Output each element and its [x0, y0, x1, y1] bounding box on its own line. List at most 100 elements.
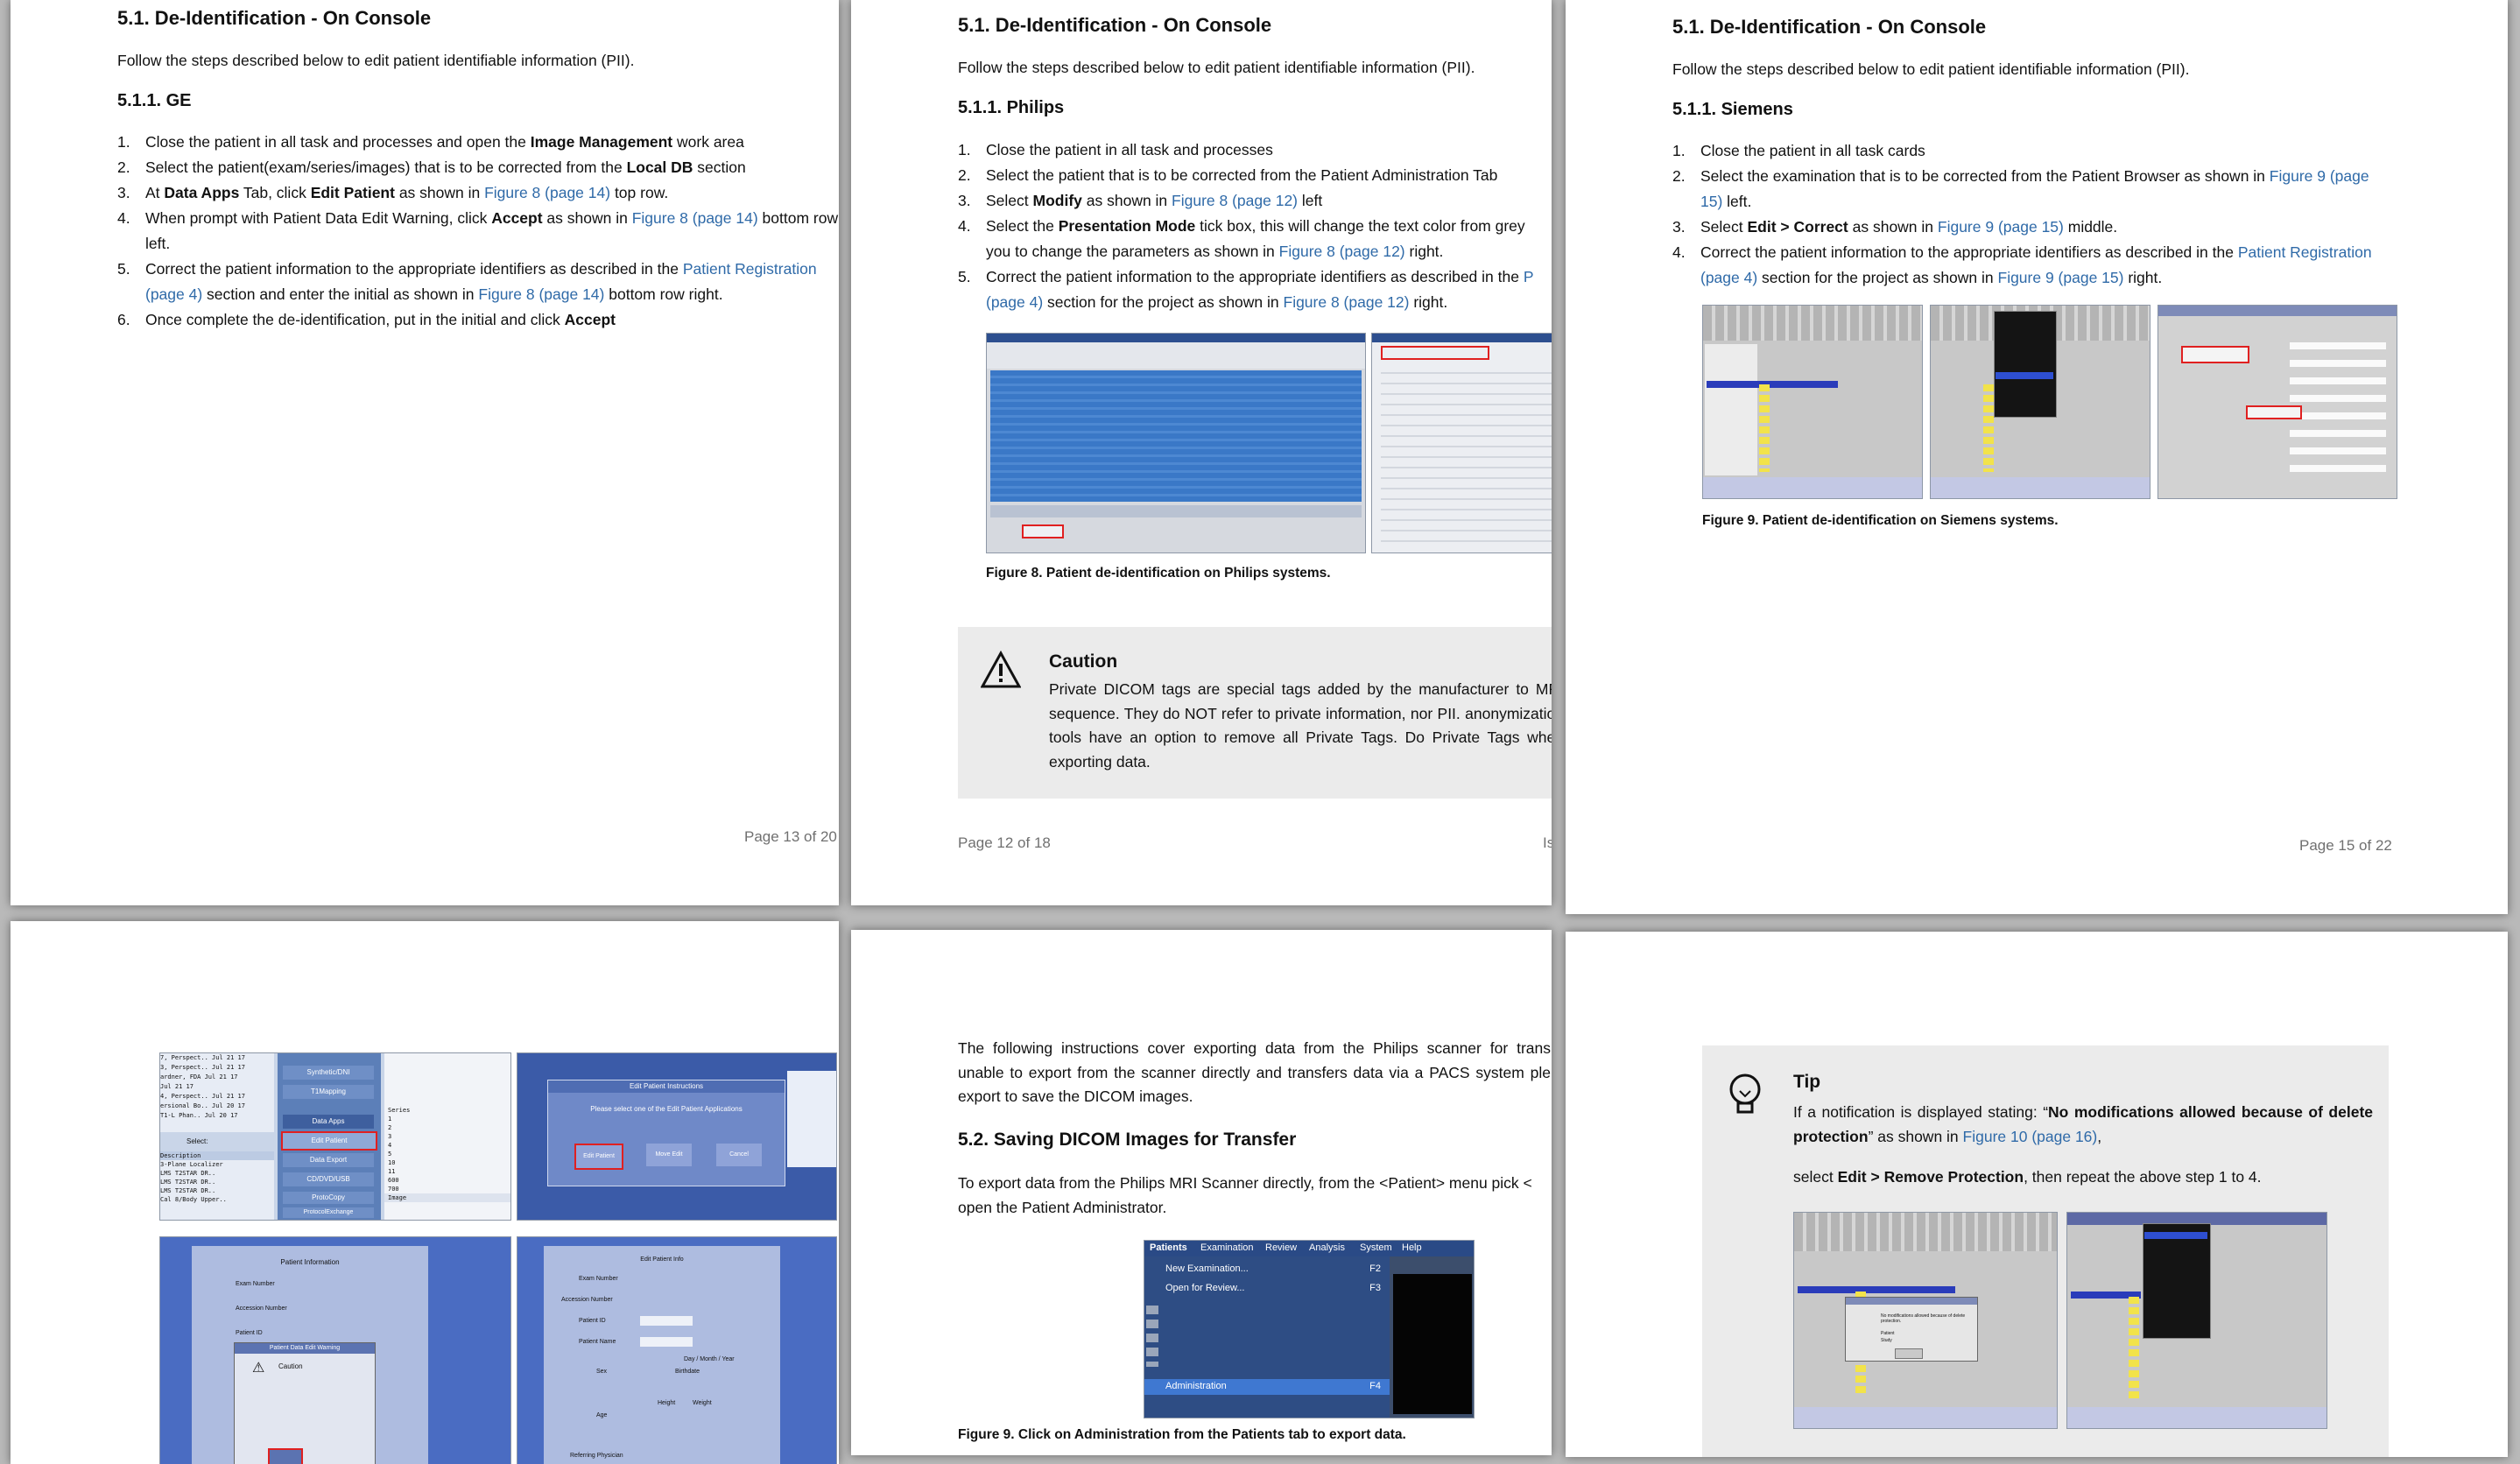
remove-protection-menu-item[interactable] — [2144, 1232, 2207, 1239]
menu-patients[interactable]: Patients — [1150, 1242, 1187, 1253]
menu-button[interactable]: Data Export — [283, 1153, 374, 1167]
patient-table — [990, 370, 1362, 502]
column-header: Series — [388, 1107, 411, 1114]
list-item: 4. When prompt with Patient Data Edit War… — [117, 209, 839, 252]
patient-name-field[interactable] — [640, 1337, 693, 1347]
caution-title: Caution — [1049, 651, 1118, 672]
list-item: 6. Once complete the de-identification, p… — [117, 311, 616, 328]
patient-info-panel: Patient Information Exam Number Accessio… — [192, 1246, 428, 1464]
caution-label: Caution — [278, 1362, 303, 1370]
menu-button[interactable]: Synthetic/DNI — [283, 1066, 374, 1080]
figure-link[interactable]: Figure 9 (page 15) — [1938, 218, 2064, 236]
list-item: 3. Select Edit > Correct as shown in Figu… — [1672, 218, 2118, 236]
menu-review[interactable]: Review — [1265, 1242, 1297, 1253]
figure-link[interactable]: Figure 10 (page 16) — [1963, 1128, 2098, 1145]
list-item: ardner, FDA Jul 21 17 — [160, 1073, 238, 1080]
figure-link[interactable]: Figure 8 (page 12) — [1279, 243, 1405, 260]
menu-button[interactable]: ProtocolExchange — [283, 1207, 374, 1218]
correct-menu-item[interactable] — [1996, 372, 2053, 379]
edit-dropdown[interactable] — [2143, 1223, 2211, 1339]
menu-button[interactable]: ProtoCopy — [283, 1192, 374, 1204]
list-item: ersional Bo.. Jul 20 17 — [160, 1102, 245, 1109]
menu-bar: Patients Examination Review Analysis Sys… — [1144, 1241, 1474, 1256]
list-item: 3, Perspect.. Jul 21 17 — [160, 1064, 245, 1071]
list-item: 10 — [388, 1159, 396, 1166]
move-edit-button[interactable]: Move Edit — [646, 1144, 692, 1166]
field-label: Patient ID — [579, 1318, 606, 1324]
list-item: 700 — [388, 1186, 399, 1193]
header-area — [987, 342, 1365, 369]
menu-button[interactable]: CD/DVD/USB — [283, 1172, 374, 1186]
dialog-titlebar — [1846, 1298, 1977, 1305]
dialog-titlebar — [2158, 306, 2397, 316]
field-label: Referring Physician — [570, 1453, 623, 1459]
document-page-philips: 5.1. De-Identification - On Console Foll… — [851, 0, 1552, 905]
figure-link[interactable]: Figure 8 (page 14) — [484, 184, 610, 201]
study-label: Study — [1881, 1338, 1892, 1343]
side-panel — [787, 1071, 836, 1167]
list-item: LMS T2STAR DR.. — [160, 1187, 216, 1194]
ge-warning-screenshot: Patient Information Exam Number Accessio… — [159, 1236, 511, 1464]
figure-link[interactable]: Figure 8 (page 14) — [478, 285, 604, 303]
list-item: 1 — [388, 1116, 392, 1123]
figure-caption: Figure 8. Patient de-identification on P… — [986, 566, 1331, 581]
list-item: 2 — [388, 1124, 392, 1131]
ok-button[interactable] — [1895, 1348, 1923, 1359]
intro-text: Follow the steps described below to edit… — [958, 59, 1475, 76]
form-fields — [2290, 332, 2386, 481]
ge-edit-patient-screenshot: Edit Patient Info Exam Number Accession … — [517, 1236, 837, 1464]
ge-data-apps-screenshot: 7, Perspect.. Jul 21 17 3, Perspect.. Ju… — [159, 1052, 511, 1221]
caution-text: Private DICOM tags are special tags adde… — [1049, 680, 1552, 771]
modify-button[interactable] — [1022, 524, 1064, 538]
selected-row[interactable] — [1798, 1286, 1955, 1293]
export-text: To export data from the Philips MRI Scan… — [958, 1174, 1532, 1216]
menu-help[interactable]: Help — [1402, 1242, 1422, 1253]
menu-item-open-for-review[interactable]: Open for Review... F3 — [1144, 1281, 1390, 1297]
list-item: 2. Select the examination that is to be c… — [1672, 167, 2369, 210]
figure-link[interactable]: Figure 8 (page 12) — [1172, 192, 1298, 209]
edit-patient-button[interactable]: Edit Patient — [281, 1131, 377, 1151]
field-label: Exam Number — [579, 1276, 618, 1282]
highlighted-field-2[interactable] — [2246, 405, 2302, 419]
menu-button[interactable]: T1Mapping — [283, 1085, 374, 1099]
philips-patient-admin-screenshot — [986, 333, 1366, 553]
figure-link[interactable]: Figure 8 (page 12) — [1284, 293, 1410, 311]
panel-header: Patient Information — [280, 1258, 340, 1266]
philips-patients-menu-screenshot: Patients Examination Review Analysis Sys… — [1144, 1240, 1475, 1418]
viewer-area — [1393, 1274, 1472, 1414]
menu-system[interactable]: System — [1360, 1242, 1392, 1253]
menu-examination[interactable]: Examination — [1200, 1242, 1254, 1253]
patient-label: Patient — [1881, 1331, 1895, 1336]
patient-id-field[interactable] — [640, 1316, 693, 1326]
tree-panel — [1705, 344, 1757, 475]
data-apps-tab[interactable]: Data Apps — [283, 1115, 374, 1129]
list-item: T1-L Phan.. Jul 20 17 — [160, 1112, 238, 1119]
figure-caption: Figure 9. Click on Administration from t… — [958, 1427, 1406, 1442]
column-header: Image — [384, 1193, 510, 1202]
selected-row[interactable] — [1707, 381, 1838, 388]
edit-patient-option-button[interactable]: Edit Patient — [574, 1144, 623, 1170]
highlighted-field[interactable] — [2181, 346, 2249, 363]
ge-edit-instructions-screenshot: Edit Patient Instructions Please select … — [517, 1052, 837, 1221]
menu-analysis[interactable]: Analysis — [1309, 1242, 1345, 1253]
cancel-button[interactable]: Cancel — [716, 1144, 762, 1166]
accept-button[interactable] — [268, 1448, 303, 1464]
select-label: Select: — [187, 1137, 208, 1145]
list-item: 4. Correct the patient information to the… — [1672, 243, 2372, 286]
edit-dropdown[interactable] — [1994, 311, 2057, 418]
list-item: 1. Close the patient in all task cards — [1672, 142, 1925, 159]
menu-item-administration[interactable]: Administration F4 — [1144, 1379, 1390, 1395]
list-item: 11 — [388, 1168, 396, 1175]
warning-title: Patient Data Edit Warning — [235, 1343, 375, 1354]
figure-link[interactable]: Figure 9 (page 15) — [1998, 269, 2124, 286]
ge-exam-list: 7, Perspect.. Jul 21 17 3, Perspect.. Ju… — [160, 1053, 274, 1132]
presentation-mode-checkbox[interactable] — [1381, 346, 1489, 360]
figure-link[interactable]: Figure 8 (page 14) — [632, 209, 758, 227]
tip-callout: Tip If a notification is displayed stati… — [1702, 1045, 2389, 1457]
menu-item-new-examination[interactable]: New Examination... F2 — [1144, 1262, 1390, 1277]
status-bar — [1703, 477, 1922, 498]
list-item: 5. Correct the patient information to the… — [117, 260, 817, 303]
tip-title: Tip — [1793, 1072, 1821, 1092]
document-page-siemens: 5.1. De-Identification - On Console Foll… — [1566, 0, 2508, 914]
subsection-title: 5.1.1. GE — [117, 91, 192, 110]
